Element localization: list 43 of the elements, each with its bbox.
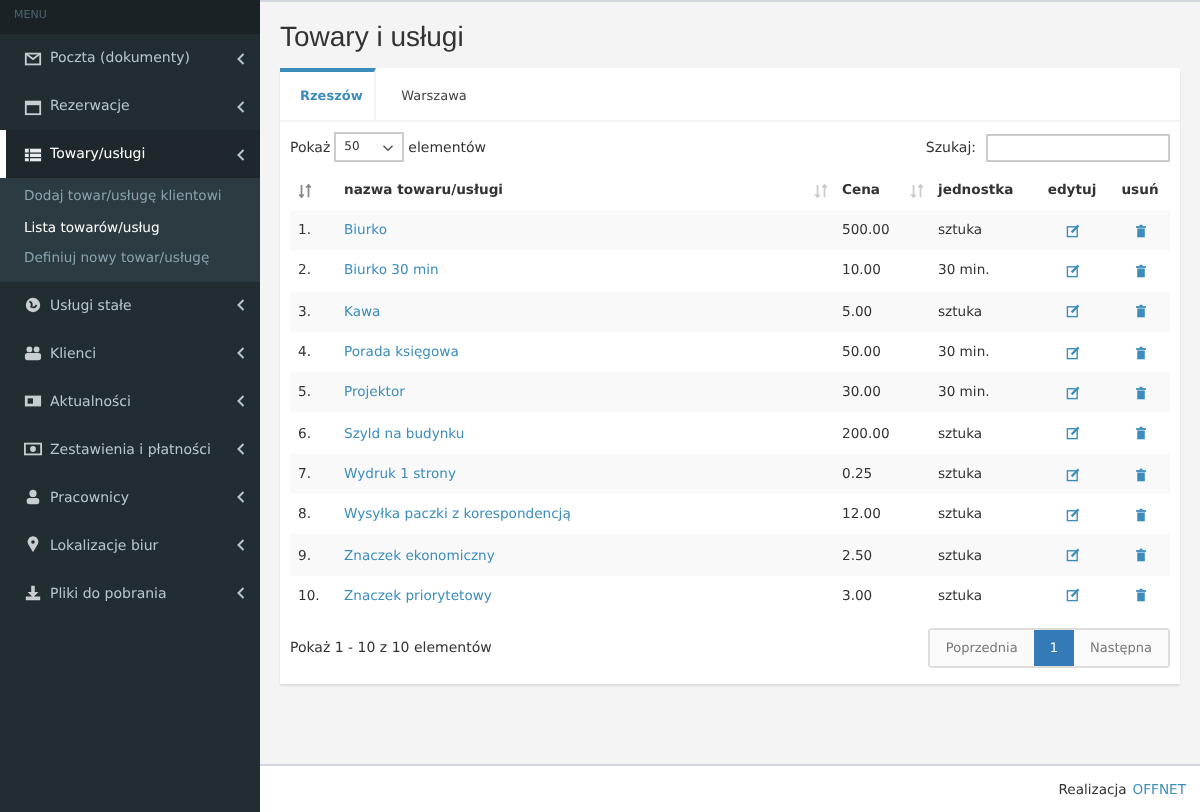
pin-icon — [24, 536, 42, 554]
edit-icon[interactable] — [1065, 588, 1079, 603]
edit-icon[interactable] — [1065, 548, 1079, 563]
caret-icon — [236, 346, 246, 360]
news-icon — [24, 392, 42, 410]
calendar-icon — [24, 97, 42, 115]
trash-icon[interactable] — [1133, 548, 1147, 563]
caret-icon — [236, 490, 246, 504]
caret-icon — [236, 442, 246, 456]
trash-icon[interactable] — [1133, 223, 1147, 238]
caret-icon — [236, 394, 246, 408]
edit-icon[interactable] — [1065, 467, 1079, 482]
edit-icon[interactable] — [1065, 345, 1079, 360]
trash-icon[interactable] — [1133, 588, 1147, 603]
caret-icon — [236, 147, 246, 161]
page-title: Towary i usługi — [280, 20, 466, 52]
edit-icon[interactable] — [1065, 223, 1079, 238]
caret-icon — [236, 298, 246, 312]
download-icon — [24, 584, 42, 602]
users-icon — [24, 344, 42, 362]
money-icon — [24, 440, 42, 458]
edit-icon[interactable] — [1065, 304, 1079, 319]
trash-icon[interactable] — [1133, 304, 1147, 319]
trash-icon[interactable] — [1133, 426, 1147, 441]
trash-icon[interactable] — [1133, 345, 1147, 360]
edit-icon[interactable] — [1065, 264, 1079, 279]
trash-icon[interactable] — [1133, 264, 1147, 279]
envelope-icon — [24, 49, 42, 67]
edit-icon[interactable] — [1065, 507, 1079, 522]
caret-icon — [236, 99, 246, 113]
user-icon — [24, 488, 42, 506]
edit-icon[interactable] — [1065, 385, 1079, 400]
edit-icon[interactable] — [1065, 426, 1079, 441]
chevron-down-icon — [382, 143, 395, 151]
caret-icon — [236, 538, 246, 552]
trash-icon[interactable] — [1133, 385, 1147, 400]
trash-icon[interactable] — [1133, 507, 1147, 522]
search-field[interactable] — [986, 133, 1170, 161]
trash-icon[interactable] — [1133, 467, 1147, 482]
globe-icon — [24, 296, 42, 314]
list-icon — [24, 145, 42, 163]
caret-icon — [236, 51, 246, 65]
caret-icon — [236, 586, 246, 600]
